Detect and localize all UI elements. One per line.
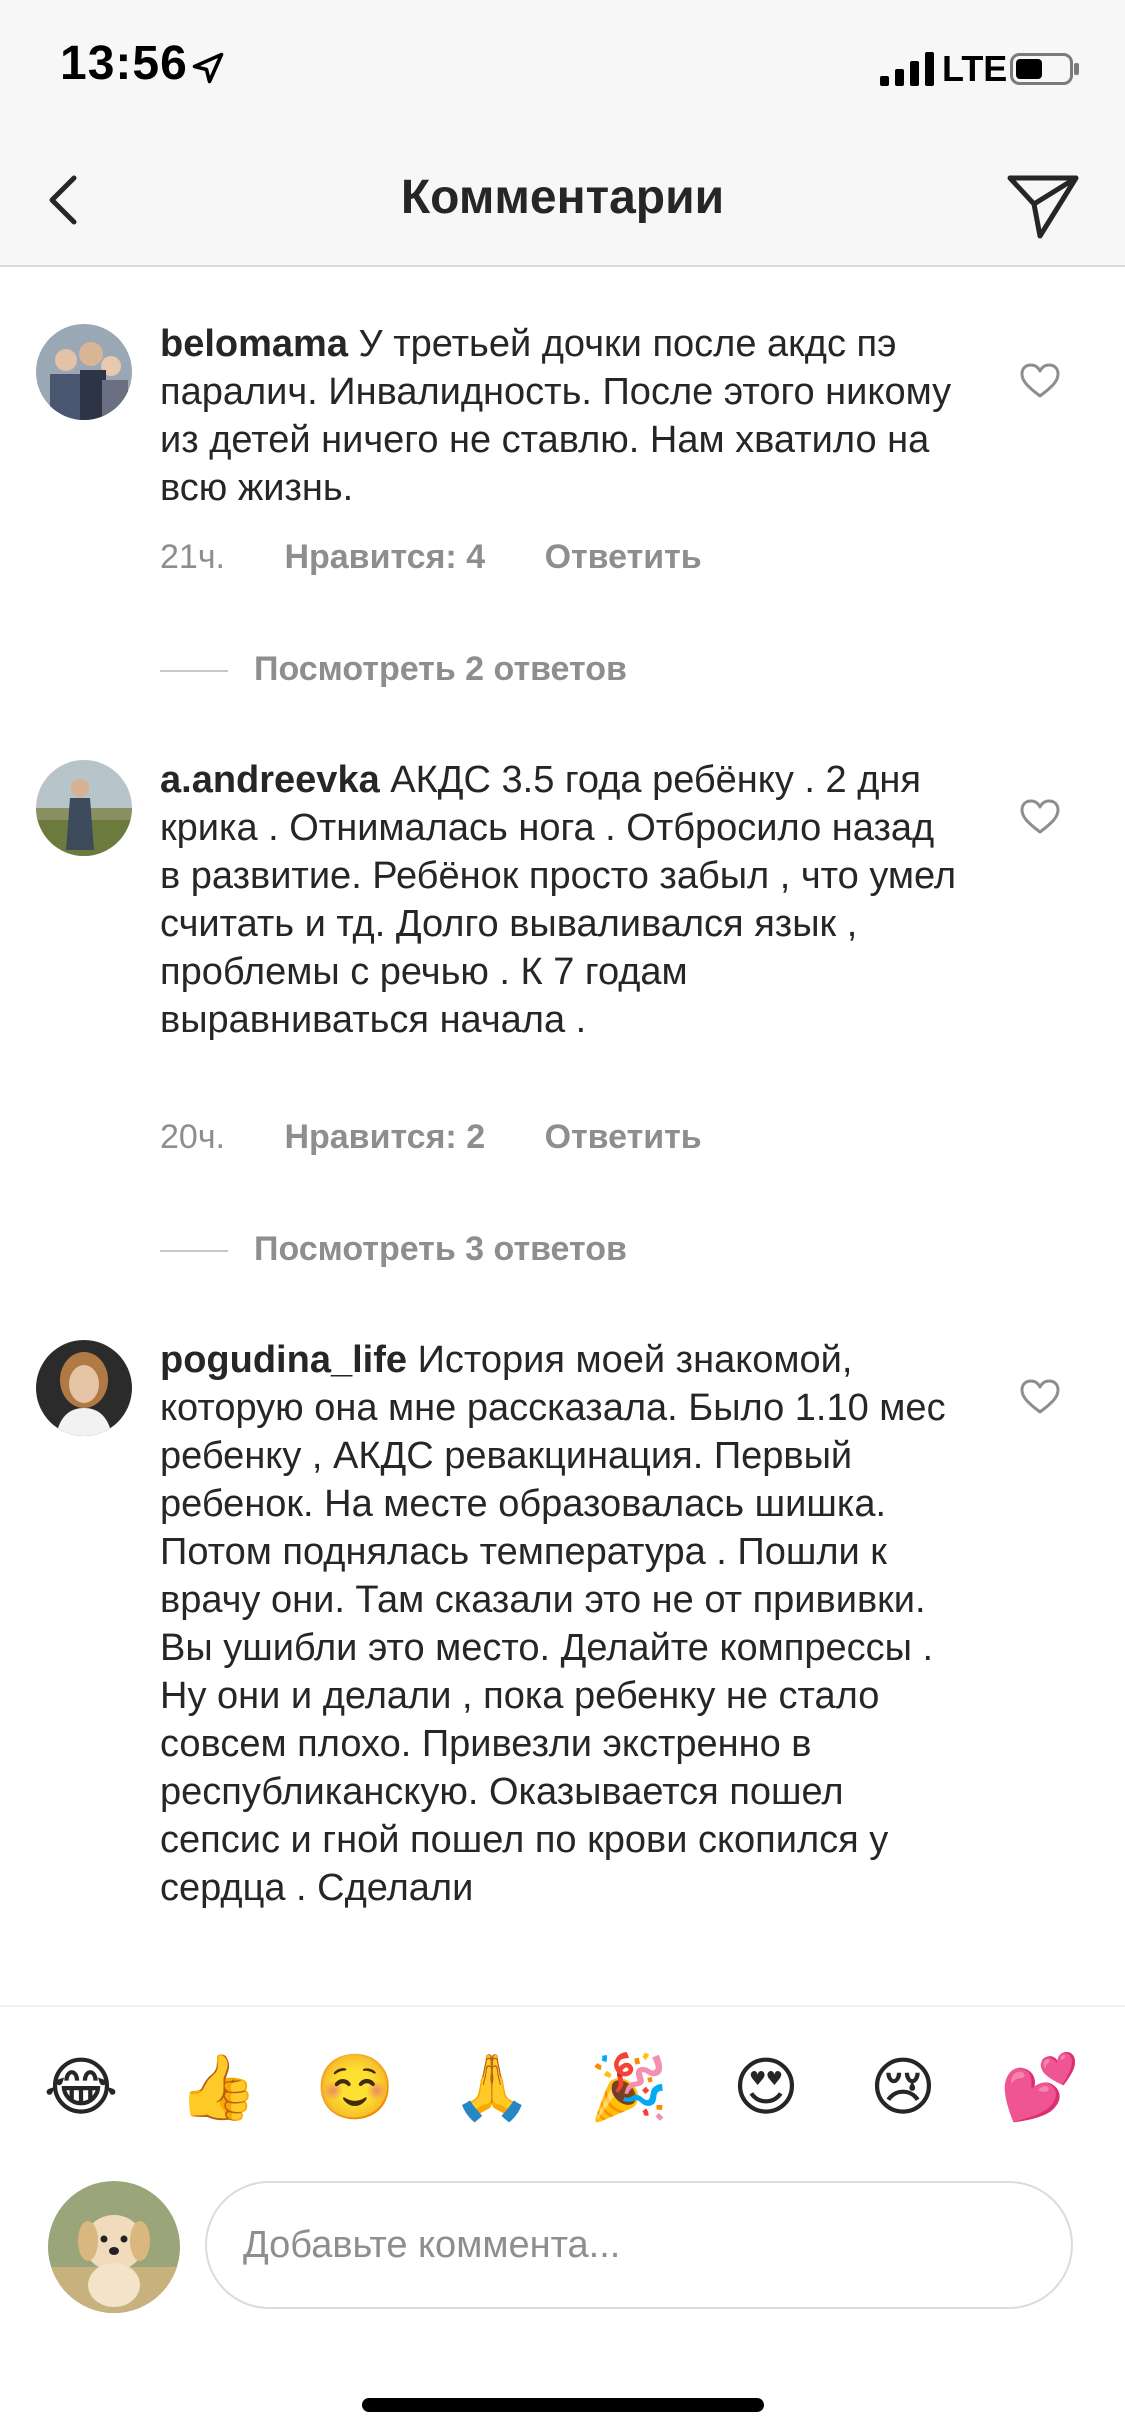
puppy-photo-avatar-icon [48, 2181, 180, 2313]
comment-input[interactable] [205, 2181, 1073, 2309]
comment-likes[interactable]: Нравится: 4 [284, 538, 485, 576]
portrait-photo-avatar-icon [36, 1340, 132, 1436]
location-arrow-icon [192, 52, 224, 84]
reply-button[interactable]: Ответить [545, 538, 702, 576]
emoji-heart-eyes[interactable]: 😍 [721, 2047, 811, 2127]
status-bar: 13:56 LTE [0, 0, 1125, 140]
user-avatar[interactable] [36, 760, 132, 856]
comment-body: АКДС 3.5 года ребёнку . 2 дня крика . От… [160, 759, 957, 1041]
page-title: Комментарии [400, 171, 725, 224]
comment-text: pogudina_life История моей знакомой, кот… [160, 1336, 960, 1912]
view-replies-label: Посмотреть 2 ответов [254, 650, 627, 688]
like-heart-icon[interactable] [1020, 1379, 1060, 1415]
comment-username[interactable]: a.andreevka [160, 759, 380, 801]
emoji-tears-of-joy[interactable]: 😂 [36, 2047, 126, 2127]
list-bottom-edge [0, 1995, 1125, 2005]
network-type: LTE [942, 48, 1008, 89]
quick-emoji-bar: 😂 👍 ☺️ 🙏 🎉 😍 😢 💕 [0, 2005, 1125, 2167]
battery-icon [1010, 53, 1079, 85]
emoji-crying[interactable]: 😢 [858, 2047, 948, 2127]
my-avatar [48, 2181, 180, 2313]
comment-text: a.andreevka АКДС 3.5 года ребёнку . 2 дн… [160, 756, 960, 1044]
like-heart-icon[interactable] [1020, 363, 1060, 399]
replies-divider [160, 670, 228, 673]
comment-composer [0, 2165, 1125, 2436]
emoji-folded-hands[interactable]: 🙏 [447, 2047, 537, 2127]
comment-time: 21ч. [160, 538, 225, 576]
emoji-thumbs-up[interactable]: 👍 [173, 2047, 263, 2127]
outdoor-photo-avatar-icon [36, 760, 132, 856]
status-time: 13:56 [60, 37, 188, 90]
comment-time: 20ч. [160, 1118, 225, 1156]
emoji-smiling[interactable]: ☺️ [310, 2047, 400, 2127]
home-indicator[interactable] [362, 2398, 764, 2412]
view-replies-button[interactable]: Посмотреть 3 ответов [160, 1230, 627, 1269]
cellular-signal-icon [880, 52, 934, 86]
comment-text: belomama У третьей дочки после акдс пэ п… [160, 320, 960, 512]
view-replies-button[interactable]: Посмотреть 2 ответов [160, 650, 627, 689]
direct-send-icon[interactable] [1000, 160, 1084, 244]
view-replies-label: Посмотреть 3 ответов [254, 1230, 627, 1268]
replies-divider [160, 1250, 228, 1253]
comment-body: История моей знакомой, которую она мне р… [160, 1339, 946, 1909]
nav-header: Комментарии [0, 140, 1125, 267]
user-avatar[interactable] [36, 1340, 132, 1436]
comment-meta: 20ч. Нравится: 2 Ответить [160, 1118, 752, 1157]
emoji-party-popper[interactable]: 🎉 [584, 2047, 674, 2127]
like-heart-icon[interactable] [1020, 799, 1060, 835]
comment-likes[interactable]: Нравится: 2 [284, 1118, 485, 1156]
emoji-two-hearts[interactable]: 💕 [995, 2047, 1085, 2127]
comment-username[interactable]: pogudina_life [160, 1339, 407, 1381]
user-avatar[interactable] [36, 324, 132, 420]
comment-username[interactable]: belomama [160, 323, 348, 365]
family-photo-avatar-icon [36, 324, 132, 420]
comment-meta: 21ч. Нравится: 4 Ответить [160, 538, 752, 577]
reply-button[interactable]: Ответить [545, 1118, 702, 1156]
